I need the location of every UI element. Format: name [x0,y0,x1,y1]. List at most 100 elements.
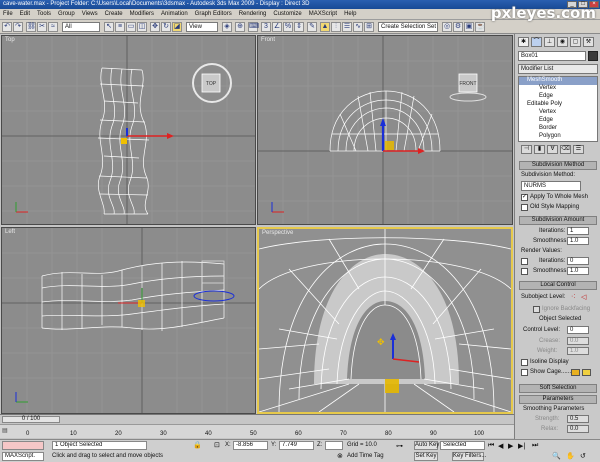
stack-item-border[interactable]: Border [539,125,557,131]
show-end-result-icon[interactable]: ▮ [534,145,545,154]
modifier-list-dropdown[interactable]: Modifier List [518,64,598,74]
rendered-frame-icon[interactable]: ▣ [464,22,474,32]
render-smoothness-spinner[interactable]: 1.0 [567,267,589,275]
menu-create[interactable]: Create [105,11,123,17]
gizmo-plane-handle[interactable] [121,138,127,144]
viewport-top[interactable]: TOP Top [1,35,256,225]
gizmo-x-arrow[interactable] [167,133,174,139]
align-icon[interactable]: ⫶ [331,22,341,32]
keyboard-shortcut-icon[interactable]: ⌨ [248,22,259,32]
named-selection-set-dropdown[interactable]: Create Selection Set [378,22,438,32]
object-name-field[interactable]: Box01 [518,51,586,61]
select-move-icon[interactable]: ✥ [150,22,160,32]
render-production-icon[interactable]: ☕ [475,22,485,32]
isoline-display-checkbox[interactable] [521,359,528,366]
add-time-tag-label[interactable]: Add Time Tag [347,453,384,459]
camera-gizmo[interactable] [201,260,225,284]
reference-coordinate-dropdown[interactable]: View [186,22,218,32]
ignore-backfacing-checkbox[interactable] [533,306,540,313]
key-selection-dropdown[interactable]: Selected [440,441,485,450]
menu-graph-editors[interactable]: Graph Editors [195,11,232,17]
layer-manager-icon[interactable]: ☰ [342,22,352,32]
weight-spinner[interactable]: 1.0 [567,347,589,355]
schematic-view-icon[interactable]: ⊞ [364,22,374,32]
auto-key-button[interactable]: Auto Key [414,441,439,450]
x-coord-field[interactable]: -8.856 [233,441,268,450]
stack-item-polygon[interactable]: Polygon [539,133,561,139]
percent-snap-icon[interactable]: % [283,22,293,32]
control-level-spinner[interactable]: 0 [567,326,589,334]
create-tab-icon[interactable]: ✱ [518,37,529,47]
maxscript-listener-field[interactable] [2,441,44,450]
viewport-left[interactable]: Left [1,227,256,414]
menu-tools[interactable]: Tools [37,11,51,17]
goto-end-icon[interactable]: ⏭ [532,442,538,450]
redo-icon[interactable]: ↷ [13,22,23,32]
material-editor-icon[interactable]: ◎ [442,22,452,32]
unlink-icon[interactable]: ✂ [37,22,47,32]
crease-spinner[interactable]: 0.0 [567,337,589,345]
z-coord-field[interactable] [325,441,343,450]
menu-rendering[interactable]: Rendering [239,11,267,17]
pan-icon[interactable]: ✋ [566,452,575,460]
pin-stack-icon[interactable]: ⊣ [521,145,532,154]
cave-mesh-left[interactable] [41,261,225,331]
rollout-subdivision-amount[interactable]: Subdivision Amount [519,216,597,225]
bind-spacewarp-icon[interactable]: ≈ [48,22,58,32]
menu-maxscript[interactable]: MAXScript [309,11,337,17]
render-setup-icon[interactable]: ⚙ [453,22,463,32]
hierarchy-tab-icon[interactable]: ⊥ [544,37,555,47]
viewport-label-perspective[interactable]: Perspective [262,230,293,236]
rollout-local-control[interactable]: Local Control [519,281,597,290]
edge-subobject-icon[interactable]: ◁ [581,293,586,301]
menu-views[interactable]: Views [82,11,98,17]
stack-item-editable-poly[interactable]: Editable Poly [527,101,562,107]
window-crossing-icon[interactable]: ◫ [137,22,147,32]
viewport-label-front[interactable]: Front [261,37,275,43]
lock-selection-icon[interactable]: 🔒 [193,441,202,449]
rollout-subdivision-method[interactable]: Subdivision Method [519,161,597,170]
object-color-swatch[interactable] [588,51,598,61]
iterations-spinner[interactable]: 1 [567,227,589,235]
display-tab-icon[interactable]: ▢ [570,37,581,47]
undo-icon[interactable]: ↶ [2,22,12,32]
maxscript-mini-listener[interactable]: MAXScript. [2,452,44,461]
time-slider-thumb[interactable]: 0 / 100 [2,416,60,423]
viewcube-ring[interactable] [193,290,235,302]
menu-file[interactable]: File [3,11,13,17]
rollout-parameters[interactable]: Parameters [519,395,597,404]
select-rotate-icon[interactable]: ↻ [161,22,171,32]
goto-start-icon[interactable]: ⏮ [488,442,494,450]
vertex-subobject-icon[interactable]: ·: [571,293,575,300]
angle-snap-icon[interactable]: ∠ [272,22,282,32]
relax-spinner[interactable]: 0.0 [567,425,589,433]
cage-color-swatch-1[interactable] [571,369,580,376]
mirror-icon[interactable]: ▲ [320,22,330,32]
manipulate-icon[interactable]: ⊕ [235,22,245,32]
viewport-label-left[interactable]: Left [5,229,15,235]
configure-sets-icon[interactable]: ☰ [573,145,584,154]
select-by-name-icon[interactable]: ≡ [115,22,125,32]
render-iterations-spinner[interactable]: 0 [567,257,589,265]
gizmo-z-arrow[interactable] [380,118,386,126]
viewcube-ring[interactable] [449,92,487,102]
selection-filter-dropdown[interactable]: All [62,22,100,32]
cage-color-swatch-2[interactable] [582,369,591,376]
absolute-mode-icon[interactable]: ⊡ [214,441,220,449]
track-bar-toggle-icon[interactable]: ▤ [2,427,8,434]
show-cage-checkbox[interactable] [521,369,528,376]
select-scale-icon[interactable]: ◪ [172,22,182,32]
y-coord-field[interactable]: 7.749 [279,441,314,450]
subdivision-method-dropdown[interactable]: NURMS [521,181,581,191]
edit-named-selection-icon[interactable]: ✎ [307,22,317,32]
curve-editor-icon[interactable]: ∿ [353,22,363,32]
time-slider[interactable]: 0 / 100 [0,414,514,424]
utilities-tab-icon[interactable]: ⚒ [583,37,594,47]
spinner-snap-icon[interactable]: ⇕ [294,22,304,32]
menu-modifiers[interactable]: Modifiers [130,11,154,17]
zoom-icon[interactable]: 🔍 [552,452,561,460]
rollout-soft-selection[interactable]: Soft Selection [519,384,597,393]
selection-region-icon[interactable]: ▭ [126,22,136,32]
prev-frame-icon[interactable]: ◀ [498,442,503,450]
menu-edit[interactable]: Edit [20,11,30,17]
